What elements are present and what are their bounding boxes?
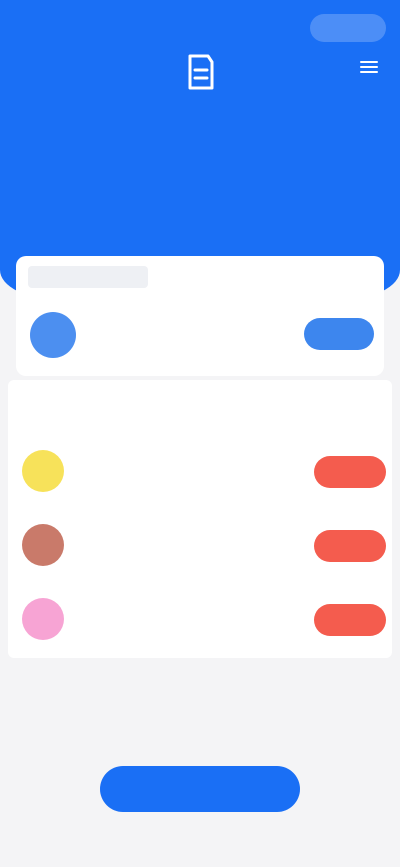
list-item[interactable] <box>8 584 392 654</box>
item-icon <box>22 450 64 492</box>
list-item[interactable] <box>8 436 392 506</box>
hero-left-label[interactable] <box>26 208 56 224</box>
item-desc <box>86 476 226 490</box>
item-action-button[interactable] <box>314 530 386 562</box>
capsule-menu[interactable] <box>310 14 386 42</box>
list-card <box>8 380 392 658</box>
primary-button[interactable] <box>100 766 300 812</box>
item-action-button[interactable] <box>314 456 386 488</box>
app-desc <box>98 338 188 352</box>
header <box>0 0 400 300</box>
item-desc <box>86 624 226 638</box>
featured-action-button[interactable] <box>304 318 374 350</box>
item-name <box>86 452 196 470</box>
app-icon <box>188 54 214 90</box>
item-icon <box>22 524 64 566</box>
item-icon <box>22 598 64 640</box>
app-name <box>98 314 208 332</box>
item-name <box>86 600 196 618</box>
menu-icon[interactable] <box>356 54 382 80</box>
item-name <box>86 526 196 544</box>
capsule-button[interactable] <box>310 14 386 42</box>
footer-text <box>0 842 400 856</box>
featured-app[interactable] <box>16 306 384 366</box>
item-desc <box>86 550 226 564</box>
list-item[interactable] <box>8 510 392 580</box>
app-avatar <box>30 312 76 358</box>
section-more-link[interactable] <box>306 404 366 420</box>
nav-back[interactable] <box>34 18 70 36</box>
section-title <box>22 402 102 422</box>
item-action-button[interactable] <box>314 604 386 636</box>
featured-card <box>16 256 384 376</box>
hero-right-label[interactable] <box>324 208 374 224</box>
hero-title <box>0 136 400 164</box>
featured-tag <box>28 266 148 288</box>
